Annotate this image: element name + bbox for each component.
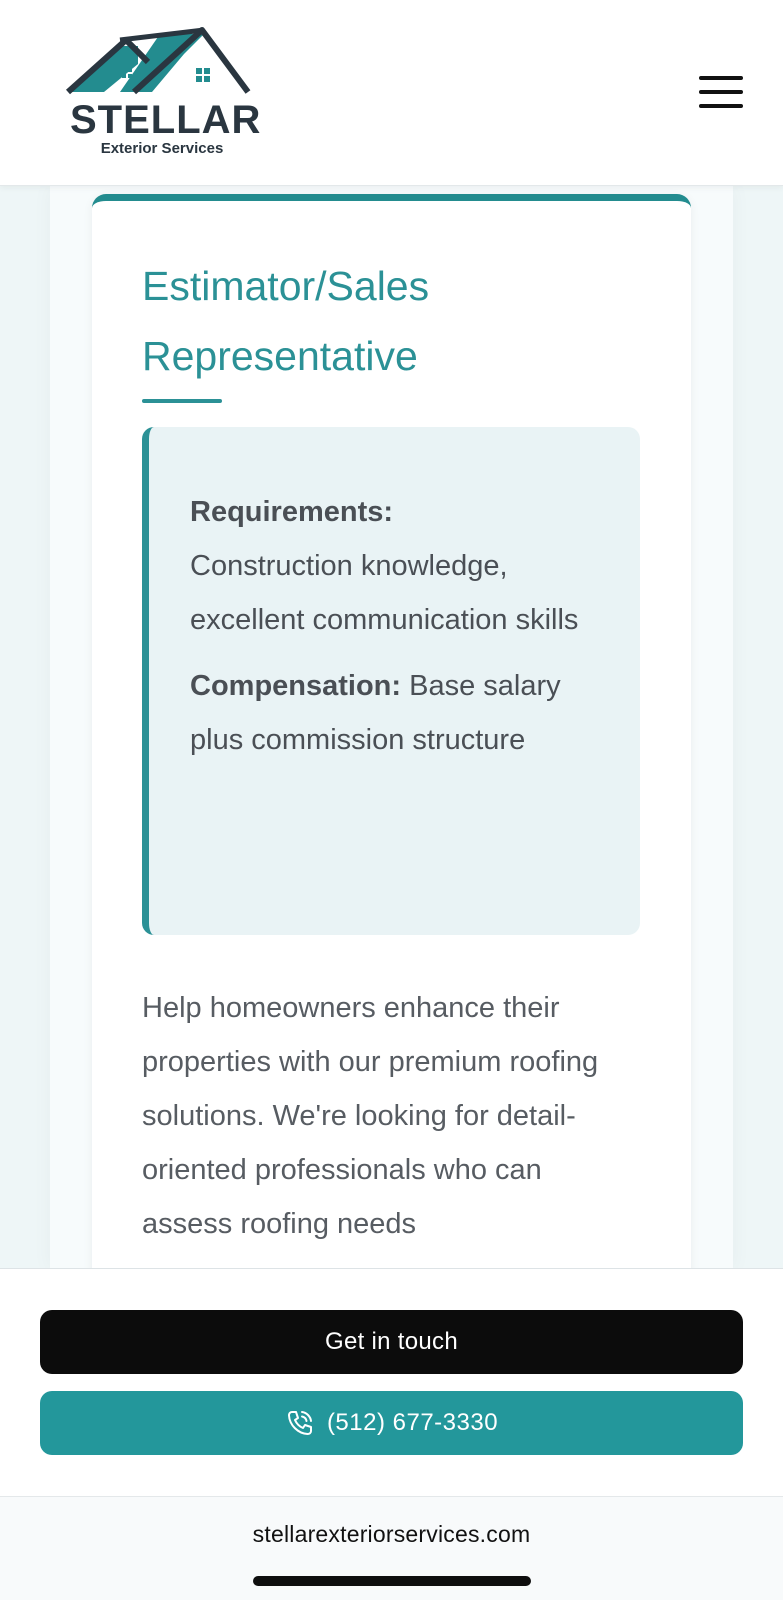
compensation: Compensation: Base salary plus commissio… [190, 659, 600, 767]
job-title-line-1: Estimator/Sales [142, 263, 430, 309]
job-details-box: Requirements: Construction knowledge, ex… [142, 427, 640, 935]
requirements-label: Requirements: [190, 496, 394, 528]
get-in-touch-button[interactable]: Get in touch [40, 1310, 743, 1374]
phone-call-icon [287, 1411, 312, 1435]
compensation-label: Compensation: [190, 670, 402, 702]
menu-bar [699, 104, 743, 108]
call-phone-button[interactable]: (512) 677-3330 [40, 1391, 743, 1455]
phone-number-label: (512) 677-3330 [326, 1409, 499, 1436]
menu-bar [699, 90, 743, 94]
logo-wordmark: STELLAR [70, 98, 262, 142]
stellar-logo[interactable]: STELLAR Exterior Services [64, 24, 264, 164]
house-roof-logo-icon [65, 27, 251, 95]
cta-bar: Get in touch (512) 677-3330 [0, 1268, 783, 1496]
home-indicator[interactable] [253, 1576, 531, 1586]
job-description: Help homeowners enhance their properties… [142, 992, 599, 1240]
requirements-text: Construction knowledge, excellent commun… [190, 550, 579, 636]
job-card: Estimator/Sales Representative Requireme… [92, 194, 691, 1294]
site-header: STELLAR Exterior Services [0, 0, 783, 186]
job-title: Estimator/Sales Representative [142, 251, 642, 391]
menu-bar [699, 76, 743, 80]
requirements: Requirements: Construction knowledge, ex… [190, 485, 600, 647]
hamburger-menu-icon[interactable] [699, 72, 745, 112]
job-title-line-2: Representative [142, 333, 418, 379]
url-text[interactable]: stellarexteriorservices.com [0, 1521, 783, 1548]
logo-tagline: Exterior Services [100, 140, 224, 157]
browser-url-bar: stellarexteriorservices.com [0, 1496, 783, 1600]
title-underline [142, 399, 222, 403]
